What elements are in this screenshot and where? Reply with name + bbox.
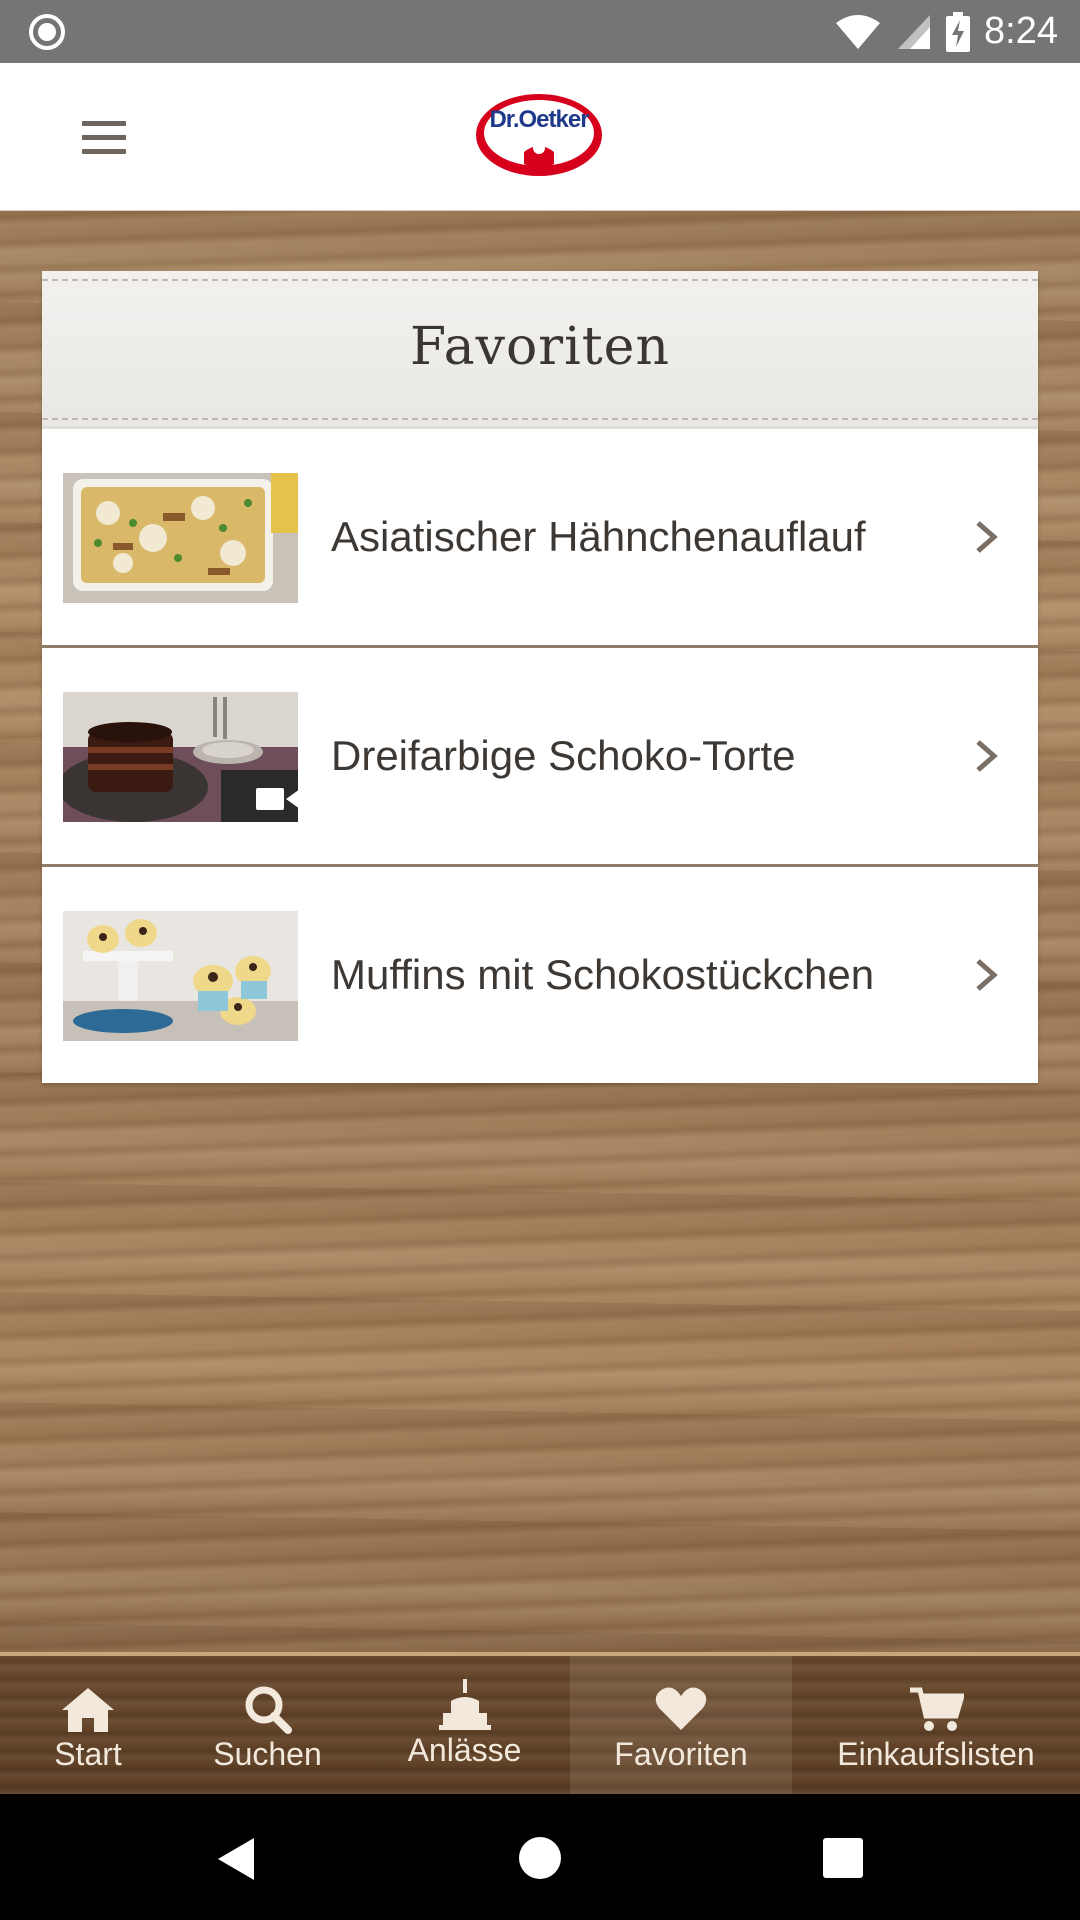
- recipe-title: Dreifarbige Schoko-Torte: [331, 732, 796, 779]
- status-bar: 8:24: [0, 0, 1080, 63]
- cake-icon: [437, 1679, 493, 1730]
- nav-item-einkaufslisten[interactable]: Einkaufslisten: [792, 1656, 1080, 1798]
- hamburger-menu-icon[interactable]: [70, 103, 138, 171]
- content-area: Favoriten Asiatischer Hähnchenauflauf Dr…: [0, 211, 1080, 1652]
- nav-item-suchen[interactable]: Suchen: [176, 1656, 359, 1798]
- nav-label: Favoriten: [614, 1736, 748, 1772]
- favorite-recipe-row[interactable]: Asiatischer Hähnchenauflauf: [42, 429, 1038, 648]
- recipe-thumbnail: [63, 473, 298, 603]
- cellular-signal-icon: [898, 14, 931, 49]
- nav-label: Einkaufslisten: [837, 1736, 1035, 1772]
- system-navigation-bar: [0, 1794, 1080, 1920]
- status-right-group: 8:24: [834, 0, 1058, 63]
- chevron-right-icon: [976, 740, 998, 772]
- recipe-title: Muffins mit Schokostückchen: [331, 951, 875, 998]
- wifi-icon: [836, 14, 881, 49]
- favorites-card: Favoriten Asiatischer Hähnchenauflauf Dr…: [42, 271, 1038, 1083]
- nav-label: Start: [54, 1736, 122, 1772]
- favorite-recipe-row[interactable]: Dreifarbige Schoko-Torte: [42, 648, 1038, 867]
- home-icon: [60, 1684, 116, 1734]
- cart-icon: [908, 1684, 964, 1734]
- favorite-recipe-row[interactable]: Muffins mit Schokostückchen: [42, 867, 1038, 1083]
- brand-logo-text: Dr.Oetker: [489, 106, 589, 133]
- heart-icon: [653, 1684, 709, 1734]
- status-time: 8:24: [984, 10, 1058, 52]
- back-icon[interactable]: [214, 1834, 258, 1884]
- chevron-right-icon: [976, 959, 998, 991]
- favorites-title: Favoriten: [410, 317, 670, 377]
- recents-square-icon[interactable]: [823, 1838, 863, 1878]
- bottom-navigation: Start Suchen Anlässe Favoriten Einkaufsl…: [0, 1652, 1080, 1798]
- nav-item-anlaesse[interactable]: Anlässe: [359, 1656, 570, 1798]
- home-circle-icon[interactable]: [518, 1836, 562, 1880]
- nav-item-start[interactable]: Start: [0, 1656, 176, 1798]
- video-camera-icon: [256, 788, 300, 810]
- recipe-thumbnail: [63, 911, 298, 1041]
- nav-label: Anlässe: [407, 1732, 522, 1768]
- favorites-card-header: Favoriten: [42, 271, 1038, 429]
- brand-logo-oval: [476, 94, 602, 176]
- nav-label: Suchen: [213, 1736, 322, 1772]
- battery-charging-icon: [946, 11, 971, 52]
- recipe-title: Asiatischer Hähnchenauflauf: [331, 513, 866, 560]
- chevron-right-icon: [976, 521, 998, 553]
- app-header: Dr.Oetker: [0, 63, 1080, 211]
- search-icon: [240, 1684, 296, 1734]
- record-icon: [29, 14, 65, 50]
- brand-logo: Dr.Oetker: [474, 92, 604, 178]
- nav-item-favoriten[interactable]: Favoriten: [570, 1656, 792, 1798]
